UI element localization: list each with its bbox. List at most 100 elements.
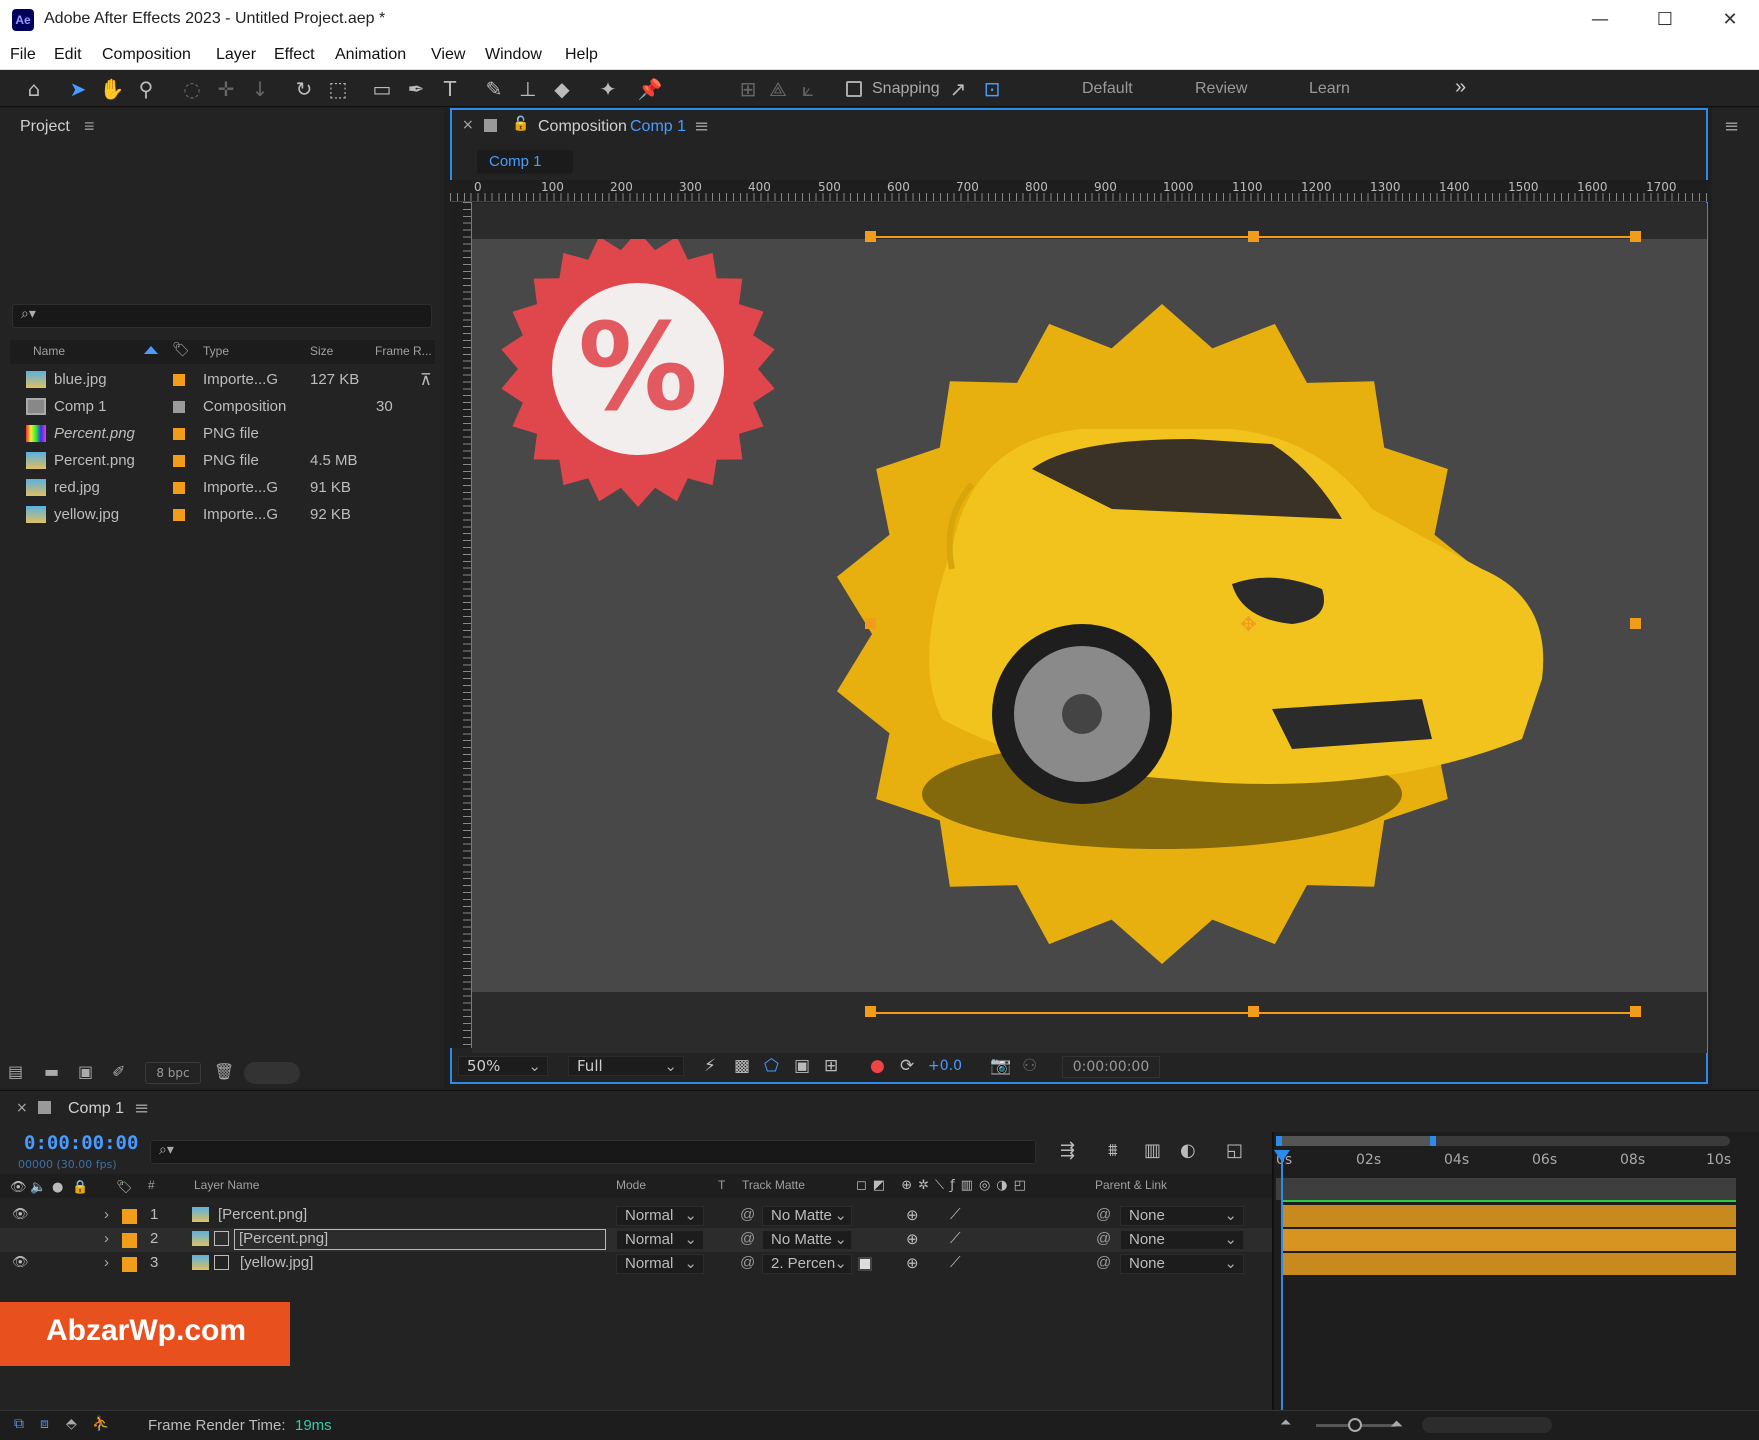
resolution-dropdown[interactable]: Full ⌄ [568,1056,684,1076]
menu-animation[interactable]: Animation [335,46,406,64]
type-tool-icon[interactable]: T [436,75,464,103]
project-tab[interactable]: Project [20,118,70,136]
project-search-input[interactable]: ⌕▾ [12,304,432,328]
shy-switch-icon[interactable]: ⊕ [906,1254,919,1272]
magnification-dropdown[interactable]: 50% ⌄ [458,1056,548,1076]
axis-world-icon[interactable]: ⟁ [764,75,792,103]
timeline-timecode[interactable]: 0:00:00:00 [24,1132,138,1154]
axis-view-icon[interactable]: ⟀ [794,75,822,103]
modes-toggle-icon[interactable]: ⧈ [40,1416,49,1432]
interpret-footage-icon[interactable]: ▤ [8,1062,23,1081]
menu-help[interactable]: Help [565,46,598,64]
exposure-value[interactable]: +0.0 [928,1058,962,1074]
transform-handle[interactable] [1248,1006,1259,1017]
label-color-swatch[interactable] [173,509,185,521]
timeline-search-input[interactable]: ⌕▾ [150,1140,1036,1164]
workspace-learn[interactable]: Learn [1309,80,1350,98]
transform-handle[interactable] [865,618,876,629]
draft-3d-icon[interactable]: ⩩ [1108,1140,1118,1161]
pen-tool-icon[interactable]: ✒ [402,75,430,103]
layer-label-swatch[interactable] [122,1257,137,1272]
visibility-eye-icon[interactable]: 👁 [12,1254,29,1270]
matte-pickwhip-icon[interactable]: @ [740,1230,755,1247]
snapshot-camera-icon[interactable]: 📷 [990,1056,1011,1076]
alpha-matte-toggle-icon[interactable] [858,1257,872,1271]
matte-pickwhip-icon[interactable]: @ [740,1206,755,1223]
timeline-scrollbar[interactable] [1422,1417,1552,1433]
timeline-tab[interactable]: Comp 1 [68,1100,124,1118]
transform-handle[interactable] [1630,1006,1641,1017]
panel-menu-icon[interactable]: ≡ [1724,116,1739,137]
col-frame-rate[interactable]: Frame R... [375,344,432,362]
orbit-tool-icon[interactable]: ◌ [178,75,206,103]
col-size[interactable]: Size [310,344,333,362]
parent-pickwhip-icon[interactable]: @ [1096,1206,1111,1223]
project-item[interactable]: yellow.jpg Importe...G 92 KB [20,502,420,528]
comp-tab-prefix[interactable]: Composition [538,118,627,136]
col-name[interactable]: Name [33,344,65,362]
track-matte-dropdown[interactable]: 2. Percen ⌄ [762,1254,852,1274]
layer-duration-bar[interactable] [1282,1205,1736,1227]
track-matte-dropdown[interactable]: No Matte ⌄ [762,1230,852,1250]
timeline-menu-icon[interactable]: ≡ [134,1098,149,1119]
pan-tool-icon[interactable]: ✛ [212,75,240,103]
transparency-grid-icon[interactable]: ▩ [734,1056,750,1076]
project-item[interactable]: red.jpg Importe...G 91 KB [20,475,420,501]
menu-file[interactable]: File [10,46,36,64]
close-tab-icon[interactable]: × [16,1100,28,1116]
layer-row[interactable]: 👁 › 1 [Percent.png] Normal ⌄ @ No Matte ⌄ … [0,1204,1272,1228]
layer-switches-toggle-icon[interactable]: ⧉ [14,1416,24,1432]
project-item[interactable]: blue.jpg Importe...G 127 KB [20,367,420,393]
expand-chevron-icon[interactable]: › [104,1254,109,1271]
zoom-tool-icon[interactable]: ⚲ [132,75,160,103]
minimize-button[interactable]: — [1580,6,1620,34]
fast-previews-icon[interactable]: ⚡ [704,1056,716,1076]
project-item[interactable]: Percent.png PNG file 4.5 MB [20,448,420,474]
maximize-button[interactable]: ☐ [1645,6,1685,34]
work-area-scrollbar[interactable] [1276,1136,1730,1146]
eye-column-icon[interactable]: 👁 [10,1180,27,1195]
puppet-pin-tool-icon[interactable]: 📌 [636,75,664,103]
work-area-bar[interactable] [1276,1136,1436,1146]
blend-mode-dropdown[interactable]: Normal ⌄ [616,1230,704,1250]
motion-blur-icon[interactable]: ◐ [1180,1140,1196,1161]
comp-menu-icon[interactable]: ≡ [694,116,709,137]
visibility-eye-icon[interactable]: 👁 [12,1206,29,1222]
new-folder-icon[interactable]: ▬ [44,1062,59,1081]
frame-blending-icon[interactable]: ▥ [1144,1140,1161,1161]
shy-switch-icon[interactable]: ⊕ [906,1230,919,1248]
label-column-icon[interactable]: 🏷 [172,342,190,358]
axis-local-icon[interactable]: ⊞ [734,75,762,103]
mask-visibility-icon[interactable]: ⬠ [764,1056,779,1076]
current-time-indicator[interactable] [1281,1150,1283,1410]
home-icon[interactable]: ⌂ [20,75,48,103]
parent-pickwhip-icon[interactable]: @ [1096,1254,1111,1271]
flowchart-icon[interactable]: ⊼ [420,370,432,389]
label-color-swatch[interactable] [173,428,185,440]
zoom-out-icon[interactable]: ⏶ [1280,1415,1291,1431]
composition-flowchart-icon[interactable]: ⇶ [1060,1140,1075,1161]
pan-behind-tool-icon[interactable]: ⬚ [324,75,352,103]
menu-window[interactable]: Window [485,46,542,64]
parent-dropdown[interactable]: None ⌄ [1120,1206,1244,1226]
adjust-settings-icon[interactable]: ✐ [112,1062,125,1081]
snap-features-icon[interactable]: ⊡ [978,75,1006,103]
color-channels-icon[interactable]: ● [870,1056,885,1076]
selection-tool-icon[interactable]: ➤ [64,75,92,103]
hand-tool-icon[interactable]: ✋ [98,75,126,103]
blend-mode-dropdown[interactable]: Normal ⌄ [616,1254,704,1274]
menu-composition[interactable]: Composition [102,46,191,64]
blend-mode-dropdown[interactable]: Normal ⌄ [616,1206,704,1226]
time-ruler[interactable]: 0s 02s 04s 06s 08s 10s [1276,1148,1746,1174]
transform-handle[interactable] [1630,618,1641,629]
workspace-default[interactable]: Default [1082,80,1133,98]
comp-breadcrumb[interactable]: Comp 1 [477,150,573,174]
solo-column-icon[interactable]: ● [52,1180,63,1195]
menu-view[interactable]: View [431,46,465,64]
layer-label-swatch[interactable] [122,1233,137,1248]
audio-column-icon[interactable]: 🔈 [30,1180,46,1195]
label-color-swatch[interactable] [173,482,185,494]
transform-handle[interactable] [1248,231,1259,242]
in-out-toggle-icon[interactable]: ⬘ [66,1416,77,1432]
composition-viewer[interactable]: % [472,231,1707,992]
